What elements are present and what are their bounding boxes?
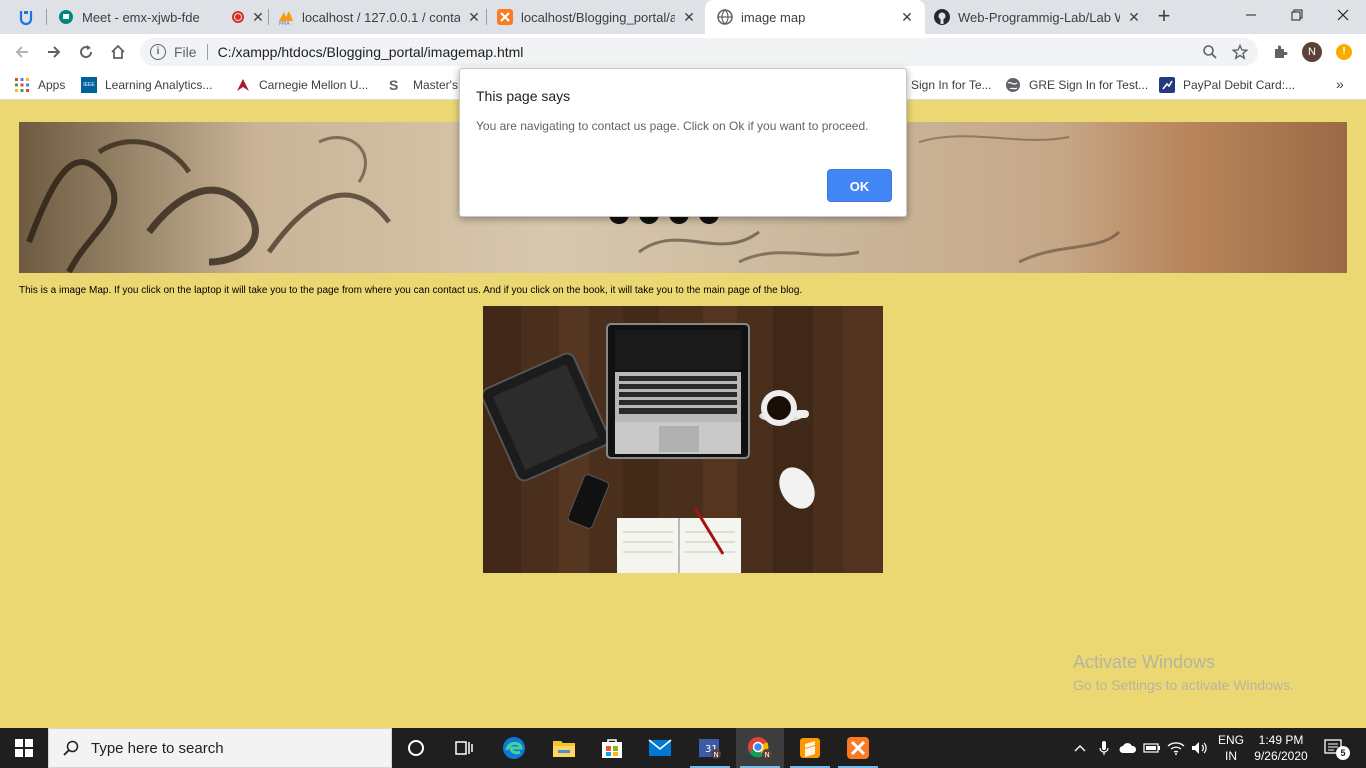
- google-meet-icon: [58, 9, 74, 25]
- clock[interactable]: 1:49 PM 9/26/2020: [1250, 733, 1312, 763]
- calendar-icon[interactable]: 31 N: [686, 728, 734, 768]
- file-explorer-icon[interactable]: [540, 728, 588, 768]
- dialog-title: This page says: [476, 88, 571, 104]
- bookmark-star-icon[interactable]: [1231, 43, 1249, 63]
- recording-icon: [232, 11, 244, 23]
- close-tab-icon[interactable]: ✕: [899, 9, 915, 25]
- extensions-icon[interactable]: [1268, 40, 1292, 64]
- svg-text:N: N: [765, 751, 770, 759]
- close-tab-icon[interactable]: ✕: [1126, 9, 1142, 25]
- volume-icon[interactable]: [1190, 738, 1210, 758]
- chrome-icon[interactable]: N: [736, 728, 784, 768]
- battery-icon[interactable]: [1142, 738, 1162, 758]
- tab-blogging-portal[interactable]: localhost/Blogging_portal/act ✕: [497, 0, 697, 34]
- wifi-icon[interactable]: [1166, 738, 1186, 758]
- home-button[interactable]: [104, 38, 132, 66]
- svg-text:N: N: [714, 751, 719, 759]
- bookmark-sign-in[interactable]: Sign In for Te...: [911, 76, 992, 94]
- back-button[interactable]: [8, 38, 36, 66]
- image-map-description: This is a image Map. If you click on the…: [19, 285, 803, 296]
- windows-taskbar: Type here to search 31 N N ENG IN 1:49 P…: [0, 728, 1366, 768]
- zoom-icon[interactable]: [1202, 44, 1218, 63]
- store-icon[interactable]: [588, 728, 636, 768]
- url-text[interactable]: C:/xampp/htdocs/Blogging_portal/imagemap…: [218, 44, 524, 60]
- tab-image-map[interactable]: image map ✕: [705, 0, 925, 34]
- ok-button[interactable]: OK: [827, 169, 892, 202]
- globe-icon: [717, 9, 733, 25]
- tab-title: Web-Programmig-Lab/Lab W: [958, 9, 1120, 25]
- paypal-icon: [1159, 77, 1175, 93]
- tab-phpmyadmin[interactable]: PMA localhost / 127.0.0.1 / contact ✕: [278, 0, 482, 34]
- ieee-icon: IEEE: [81, 77, 97, 93]
- restore-button[interactable]: [1274, 0, 1320, 30]
- s-icon: S: [389, 77, 399, 93]
- cortana-icon[interactable]: [392, 728, 440, 768]
- tab-meet[interactable]: Meet - emx-xjwb-fde ✕: [58, 0, 266, 34]
- tab-title: localhost/Blogging_portal/act: [521, 9, 675, 25]
- tab-github[interactable]: Web-Programmig-Lab/Lab W ✕: [934, 0, 1142, 34]
- bookmark-gre[interactable]: GRE Sign In for Test...: [1005, 76, 1148, 94]
- tab-title: localhost / 127.0.0.1 / contact: [302, 9, 460, 25]
- close-tab-icon[interactable]: ✕: [250, 9, 266, 25]
- xampp-icon[interactable]: [834, 728, 882, 768]
- onedrive-icon[interactable]: [1118, 738, 1138, 758]
- phpmyadmin-icon: PMA: [278, 9, 294, 25]
- notification-count-badge: 5: [1336, 746, 1350, 760]
- input-language[interactable]: ENG IN: [1216, 733, 1246, 763]
- bookmark-carnegie-mellon[interactable]: Carnegie Mellon U...: [235, 76, 368, 94]
- taskbar-search-box[interactable]: Type here to search: [48, 728, 392, 768]
- scheme-label: File: [174, 44, 197, 60]
- browser-toolbar: i File C:/xampp/htdocs/Blogging_portal/i…: [0, 34, 1366, 70]
- site-info-icon[interactable]: i: [150, 44, 166, 60]
- bookmark-learning-analytics[interactable]: IEEE Learning Analytics...: [81, 76, 212, 94]
- mail-icon[interactable]: [636, 728, 684, 768]
- show-hidden-icons[interactable]: [1070, 738, 1090, 758]
- alert-dialog: This page says You are navigating to con…: [459, 68, 907, 217]
- laptop-hotspot: [606, 323, 750, 459]
- close-tab-icon[interactable]: ✕: [466, 9, 482, 25]
- globe-icon: [1005, 77, 1021, 93]
- start-button[interactable]: [0, 728, 48, 768]
- update-icon[interactable]: !: [1332, 40, 1356, 64]
- search-icon: [63, 740, 79, 756]
- apps-grid-icon: [14, 77, 30, 93]
- bookmark-apps[interactable]: Apps: [14, 76, 65, 94]
- notification-center-icon[interactable]: 5: [1322, 738, 1350, 760]
- forward-button[interactable]: [40, 38, 68, 66]
- new-tab-button[interactable]: +: [1152, 5, 1176, 29]
- dialog-message: You are navigating to contact us page. C…: [476, 119, 869, 133]
- activate-windows-watermark: Activate Windows Go to Settings to activ…: [1073, 652, 1294, 693]
- edge-icon[interactable]: [490, 728, 538, 768]
- bookmark-paypal[interactable]: PayPal Debit Card:...: [1159, 76, 1295, 94]
- profile-avatar[interactable]: N: [1300, 40, 1324, 64]
- svg-text:PMA: PMA: [279, 21, 290, 25]
- desk-image-map[interactable]: [483, 306, 883, 573]
- microphone-icon[interactable]: [1094, 738, 1114, 758]
- more-bookmarks-icon[interactable]: »: [1336, 76, 1344, 92]
- tab-title: image map: [741, 9, 806, 25]
- github-icon: [934, 9, 950, 25]
- cmu-icon: [235, 77, 251, 93]
- tab-strip: Meet - emx-xjwb-fde ✕ PMA localhost / 12…: [0, 0, 1366, 34]
- bookmark-masters[interactable]: S Master's: [389, 76, 458, 94]
- minimize-button[interactable]: [1228, 0, 1274, 30]
- reload-button[interactable]: [72, 38, 100, 66]
- close-tab-icon[interactable]: ✕: [681, 9, 697, 25]
- sublime-text-icon[interactable]: [786, 728, 834, 768]
- tab-search-icon[interactable]: [16, 8, 36, 26]
- tab-title: Meet - emx-xjwb-fde: [82, 9, 200, 25]
- close-window-button[interactable]: [1320, 0, 1366, 30]
- address-bar[interactable]: i File C:/xampp/htdocs/Blogging_portal/i…: [140, 38, 1258, 66]
- xampp-icon: [497, 9, 513, 25]
- task-view-icon[interactable]: [440, 728, 488, 768]
